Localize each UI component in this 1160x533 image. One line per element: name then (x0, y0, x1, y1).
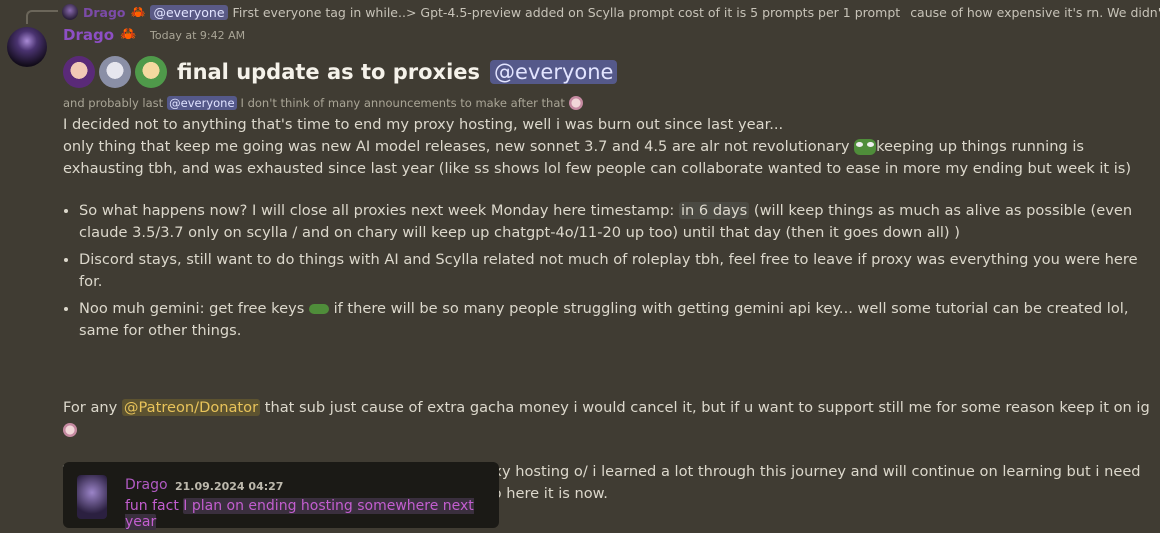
patreon-prefix: For any (63, 399, 118, 416)
reply-preview-text: First everyone tag in while..> Gpt-4.5-p… (232, 4, 901, 20)
reply-preview[interactable]: Drago 🦀 @everyone First everyone tag in … (62, 3, 1160, 21)
reply-author[interactable]: Drago (83, 5, 126, 20)
list-item: Noo muh gemini: get free keys if there w… (79, 298, 1153, 342)
quoted-date: 21.09.2024 04:27 (175, 480, 284, 493)
role-mention[interactable]: @Patreon/Donator (121, 399, 261, 416)
author-name[interactable]: Drago (63, 26, 114, 44)
quoted-text: fun fact I plan on ending hosting somewh… (125, 498, 499, 530)
quoted-message-card[interactable]: Drago 21.09.2024 04:27 fun fact I plan o… (63, 462, 499, 530)
subtext-suffix: I don't think of many announcements to m… (240, 96, 565, 110)
relative-timestamp[interactable]: in 6 days (678, 202, 750, 219)
reply-avatar (62, 4, 78, 20)
crab-badge-icon: 🦀 (130, 5, 146, 19)
subtext-mention[interactable]: @everyone (167, 96, 237, 110)
anime-girl-emoji-icon (568, 96, 583, 110)
purple-hair-emoji-icon (63, 56, 95, 88)
message-body: I decided not to anything that's time to… (63, 114, 1153, 505)
pepe-emoji-icon (854, 139, 877, 155)
green-hair-emoji-icon (135, 56, 167, 88)
bullet-1-start: So what happens now? I will close all pr… (79, 202, 675, 219)
white-hair-emoji-icon (99, 56, 131, 88)
reply-connector (26, 10, 58, 24)
thanks-end: so here it is now. (485, 485, 608, 502)
list-item: Discord stays, still want to do things w… (79, 249, 1153, 293)
crab-badge-icon: 🦀 (120, 27, 137, 42)
message-header: Drago 🦀 Today at 9:42 AM (63, 26, 245, 44)
reply-preview-tail: cause of how expensive it's rn. We didn'… (910, 4, 1160, 20)
body-line-1: I decided not to anything that's time to… (63, 116, 784, 133)
bullet-list: So what happens now? I will close all pr… (63, 200, 1153, 342)
reply-mention[interactable]: @everyone (150, 4, 228, 20)
patreon-suffix: that sub just cause of extra gacha money… (264, 399, 1150, 416)
author-avatar[interactable] (7, 27, 47, 67)
subtext-prefix: and probably last (63, 96, 164, 110)
subtext-line: and probably last @everyone I don't thin… (63, 96, 583, 110)
quoted-text-start: fun fact (125, 498, 179, 514)
title-text: final update as to proxies (177, 60, 481, 84)
pepe-emoji-icon (308, 304, 329, 314)
quoted-author-name[interactable]: Drago (125, 477, 168, 493)
title-mention[interactable]: @everyone (490, 60, 618, 84)
message-timestamp[interactable]: Today at 9:42 AM (150, 29, 245, 42)
announcement-title: final update as to proxies @everyone (63, 56, 618, 88)
anime-girl-emoji-icon (63, 423, 77, 437)
patreon-line: For any @Patreon/Donator that sub just c… (63, 397, 1153, 441)
body-line-2-start: only thing that keep me going was new AI… (63, 138, 850, 155)
body-line-2: only thing that keep me going was new AI… (63, 136, 1153, 180)
list-item: So what happens now? I will close all pr… (79, 200, 1153, 244)
quoted-author-avatar (77, 475, 107, 519)
bullet-3-start: Noo muh gemini: get free keys (79, 300, 305, 317)
